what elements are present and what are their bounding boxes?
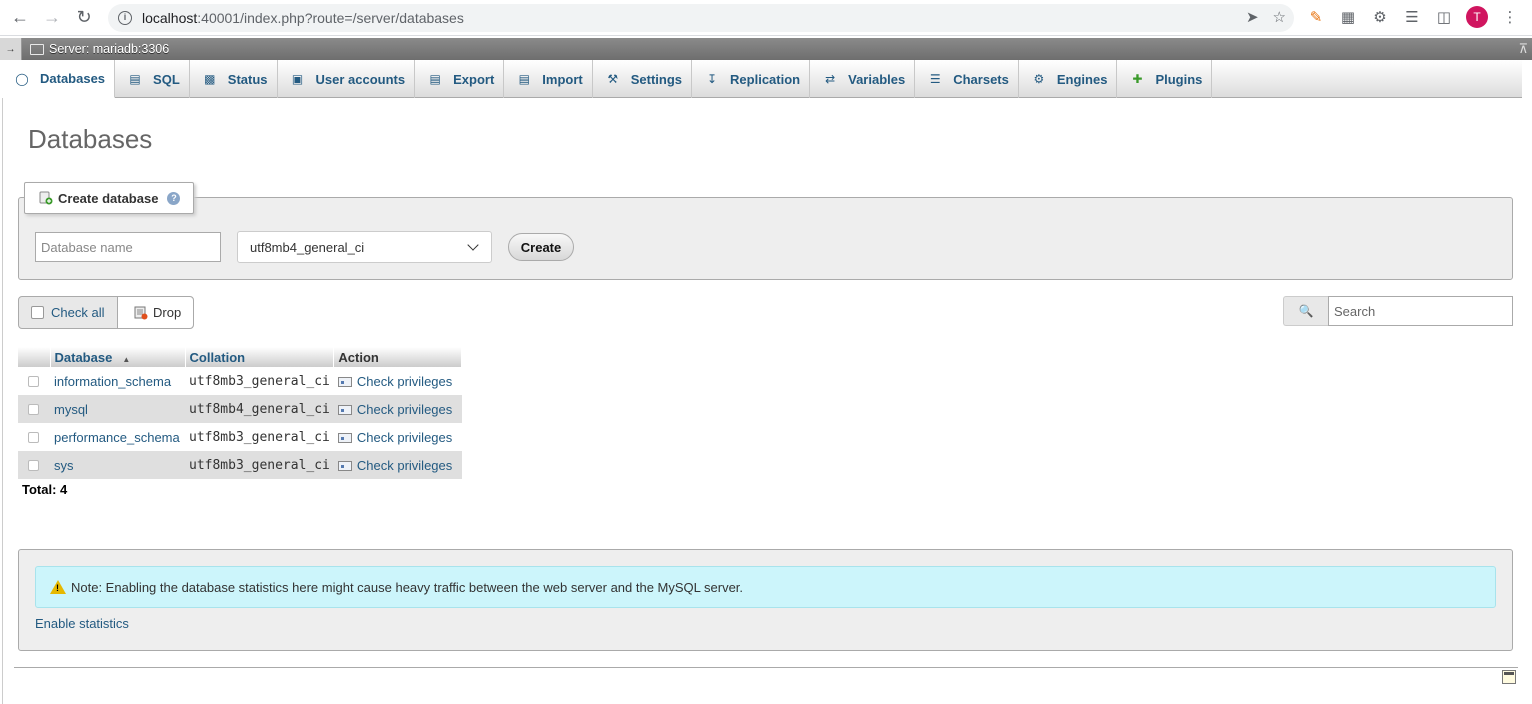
enable-statistics-link[interactable]: Enable statistics (35, 616, 129, 631)
total-count: Total: 4 (22, 482, 68, 497)
address-bar[interactable]: i localhost:40001/index.php?route=/serve… (108, 4, 1294, 32)
chevron-down-icon (467, 239, 479, 251)
pen-extension-icon[interactable]: ✎ (1306, 7, 1326, 27)
tab-sql[interactable]: ▤ SQL (115, 60, 190, 98)
url-text: localhost:40001/index.php?route=/server/… (142, 10, 464, 26)
tab-user-accounts[interactable]: ▣ User accounts (278, 60, 416, 98)
check-privileges-link[interactable]: Check privileges (333, 451, 462, 479)
checkbox-column-header (18, 347, 51, 367)
check-privileges-link[interactable]: Check privileges (334, 367, 462, 395)
tab-export[interactable]: ▤ Export (415, 60, 505, 98)
column-header-action: Action (333, 347, 463, 367)
database-name-link[interactable]: performance_schema (50, 423, 185, 451)
variables-icon: ⇄ (825, 72, 836, 86)
drop-icon (134, 306, 148, 320)
privileges-icon (337, 432, 352, 443)
collation-value: utf8mb3_general_ci (189, 373, 330, 389)
server-label[interactable]: Server: mariadb:3306 (49, 42, 169, 56)
privileges-icon (337, 376, 352, 387)
warning-icon: ! (50, 580, 66, 594)
databases-table: Database ▲ Collation Action information_s… (18, 347, 463, 479)
database-search-group: 🔍 (1283, 296, 1513, 326)
tab-settings[interactable]: ⚒ Settings (593, 60, 693, 98)
check-privileges-link[interactable]: Check privileges (334, 423, 462, 451)
puzzle-icon: ✚ (1132, 72, 1143, 86)
tab-engines[interactable]: ⚙ Engines (1019, 60, 1118, 98)
check-all-toggle[interactable]: Check all (19, 297, 117, 328)
profile-extension-icon[interactable]: ▦ (1338, 7, 1358, 27)
collation-value: utf8mb4_general_ci (185, 395, 334, 423)
database-search-input[interactable] (1328, 296, 1513, 326)
import-icon: ▤ (518, 72, 530, 86)
help-icon[interactable]: ? (167, 191, 181, 205)
top-menu-tabs: ◯ Databases ▤ SQL ▩ Status ▣ User accounts ▤… (2, 60, 1522, 98)
table-row: sys utf8mb3_general_ci Check privileges (18, 451, 462, 479)
collation-value: utf8mb3_general_ci (189, 429, 330, 445)
column-header-collation[interactable]: Collation (185, 347, 335, 367)
server-breadcrumb-bar: → Server: mariadb:3306 ⊼ (0, 38, 1532, 60)
extensions-puzzle-icon[interactable]: ⚙ (1370, 7, 1390, 27)
back-arrow-icon[interactable]: ← (4, 2, 36, 34)
reload-icon[interactable]: ↻ (68, 2, 100, 34)
browser-toolbar: ← → ↻ i localhost:40001/index.php?route=… (0, 0, 1532, 36)
bookmark-star-icon[interactable]: ☆ (1273, 8, 1286, 26)
drop-button[interactable]: Drop (117, 297, 193, 328)
chrome-menu-icon[interactable]: ⋮ (1500, 7, 1520, 27)
wrench-icon: ⚒ (607, 72, 619, 86)
sql-icon: ▤ (129, 72, 141, 86)
server-icon (30, 43, 44, 55)
database-name-input[interactable] (35, 232, 221, 262)
database-name-link[interactable]: sys (50, 451, 185, 479)
profile-avatar[interactable]: T (1466, 6, 1488, 28)
engines-icon: ⚙ (1033, 72, 1045, 86)
new-database-icon (39, 191, 53, 205)
row-checkbox[interactable] (28, 403, 39, 415)
check-all-checkbox[interactable] (31, 306, 44, 319)
status-icon: ▩ (204, 72, 216, 86)
table-row: information_schema utf8mb3_general_ci Ch… (18, 367, 462, 395)
tab-variables[interactable]: ⇄ Variables (810, 60, 916, 98)
footer-divider (14, 667, 1518, 668)
collation-value: utf8mb3_general_ci (185, 451, 334, 479)
privileges-icon (337, 460, 352, 471)
console-toggle-icon[interactable] (1502, 670, 1516, 684)
tab-charsets[interactable]: ☰ Charsets (915, 60, 1019, 98)
forward-arrow-icon[interactable]: → (36, 2, 68, 34)
create-button[interactable]: Create (508, 233, 574, 261)
table-row: mysql utf8mb4_general_ci Check privilege… (18, 395, 462, 423)
privileges-icon (337, 404, 352, 415)
create-database-legend: Create database ? (24, 182, 194, 214)
column-header-database[interactable]: Database ▲ (50, 347, 186, 367)
row-checkbox[interactable] (28, 459, 39, 471)
table-row: performance_schema utf8mb3_general_ci Ch… (18, 423, 462, 451)
tab-status[interactable]: ▩ Status (190, 60, 278, 98)
tab-import[interactable]: ▤ Import (504, 60, 593, 98)
database-icon: ◯ (15, 71, 29, 86)
bulk-actions-group: Check all Drop (18, 296, 194, 329)
database-name-link[interactable]: mysql (50, 395, 185, 423)
search-icon[interactable]: 🔍 (1283, 296, 1328, 326)
share-icon[interactable]: ➤ (1246, 8, 1259, 26)
collapse-top-icon[interactable]: ⊼ (1518, 41, 1528, 57)
user-accounts-icon: ▣ (291, 72, 304, 86)
page-title: Databases (28, 124, 153, 154)
tab-replication[interactable]: ↧ Replication (692, 60, 811, 98)
collation-select[interactable]: utf8mb4_general_ci (237, 231, 492, 263)
row-checkbox[interactable] (28, 375, 39, 387)
reading-list-icon[interactable]: ☰ (1402, 7, 1422, 27)
site-info-icon[interactable]: i (118, 11, 132, 25)
charsets-icon: ☰ (929, 72, 941, 86)
sort-ascending-icon: ▲ (122, 354, 131, 364)
navigation-toggle-icon[interactable]: → (0, 38, 22, 60)
check-privileges-link[interactable]: Check privileges (333, 395, 462, 423)
database-name-link[interactable]: information_schema (50, 367, 185, 395)
tab-plugins[interactable]: ✚ Plugins (1117, 60, 1213, 98)
row-checkbox[interactable] (28, 431, 39, 443)
export-icon: ▤ (429, 72, 441, 86)
navigation-border (2, 60, 3, 704)
tab-databases[interactable]: ◯ Databases (2, 60, 116, 98)
replication-icon: ↧ (707, 72, 718, 86)
statistics-note: ! Note: Enabling the database statistics… (35, 566, 1496, 608)
side-panel-icon[interactable]: ◫ (1434, 7, 1454, 27)
